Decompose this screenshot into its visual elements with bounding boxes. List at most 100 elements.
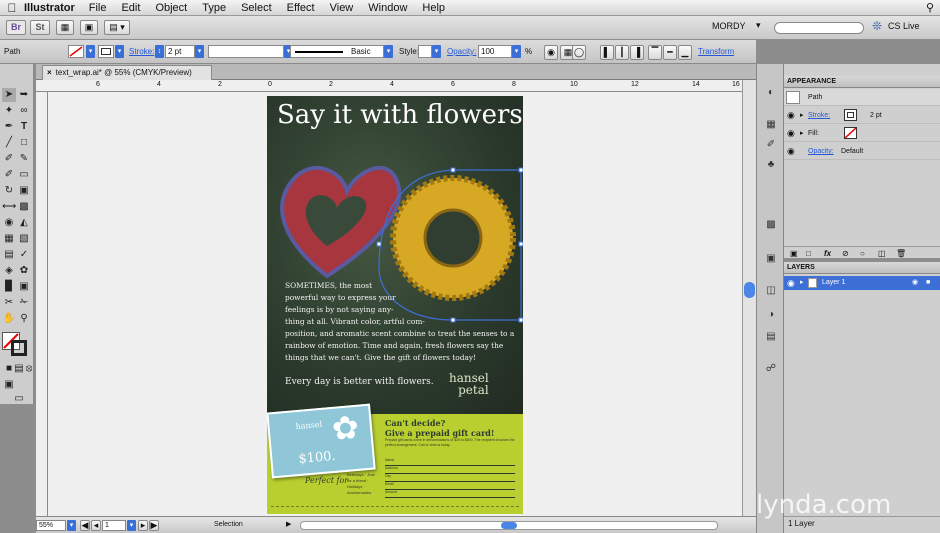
layer-row[interactable]: ◉ ▸ Layer 1 ◉ ■ bbox=[784, 276, 940, 290]
scissors-tool-icon[interactable]: ✁ bbox=[17, 296, 31, 310]
stroke-dropdown[interactable]: ▾ bbox=[115, 45, 124, 58]
slice-tool-icon[interactable]: ✂ bbox=[2, 296, 16, 310]
vertical-ruler[interactable] bbox=[36, 92, 48, 516]
chevron-down-icon[interactable]: ▾ bbox=[756, 20, 761, 31]
previous-artboard-icon[interactable]: ◂ bbox=[91, 520, 101, 531]
lasso-tool-icon[interactable]: ∞ bbox=[17, 104, 31, 118]
reduce-to-basic-icon[interactable]: ○ bbox=[860, 247, 865, 261]
paintbrush-tool-icon[interactable]: ✐ bbox=[2, 152, 16, 166]
disclosure-triangle-icon[interactable]: ▸ bbox=[800, 125, 804, 142]
opacity-input[interactable]: 100 bbox=[478, 45, 512, 58]
recolor-artwork-icon[interactable]: ◉ bbox=[544, 45, 558, 60]
form-field[interactable]: City bbox=[385, 474, 515, 482]
appearance-stroke-link[interactable]: Stroke: bbox=[808, 107, 830, 124]
artboard-dropdown[interactable]: ▾ bbox=[127, 520, 136, 531]
status-tool-label[interactable]: Selection bbox=[214, 521, 243, 528]
vertical-scrollbar[interactable] bbox=[742, 80, 756, 516]
appearance-opacity-link[interactable]: Opacity: bbox=[808, 143, 834, 160]
form-field[interactable]: Amount bbox=[385, 490, 515, 498]
align-top-icon[interactable]: ▔ bbox=[648, 45, 662, 60]
last-artboard-icon[interactable]: ▶ bbox=[149, 520, 159, 531]
brush-dropdown[interactable]: ▾ bbox=[384, 45, 393, 58]
status-menu-icon[interactable]: ▶ bbox=[286, 520, 291, 528]
opacity-link[interactable]: Opacity: bbox=[447, 47, 476, 56]
target-icon[interactable]: ◉ bbox=[912, 276, 918, 290]
appearance-object-row[interactable]: Path bbox=[784, 89, 940, 106]
disclosure-triangle-icon[interactable]: ▸ bbox=[800, 107, 804, 124]
live-paint-tool-icon[interactable]: ◭ bbox=[17, 216, 31, 230]
pencil-tool-icon[interactable]: ✎ bbox=[17, 152, 31, 166]
color-guide-icon[interactable]: ◐ bbox=[763, 86, 779, 100]
align-left-icon[interactable]: ▌ bbox=[600, 45, 614, 60]
isolate-group-icon[interactable]: ◯ bbox=[572, 45, 586, 60]
menu-select[interactable]: Select bbox=[241, 2, 272, 14]
fill-swatch[interactable] bbox=[68, 45, 84, 58]
gift-card[interactable]: hansel ✿ $100. bbox=[267, 403, 376, 479]
workspace-switcher[interactable]: MORDY bbox=[712, 21, 746, 31]
perspective-grid-tool-icon[interactable]: ▦ bbox=[2, 232, 16, 246]
transparency-icon[interactable]: ▩ bbox=[763, 218, 779, 232]
menu-edit[interactable]: Edit bbox=[121, 2, 140, 14]
transform-link[interactable]: Transform bbox=[698, 47, 734, 56]
blend-tool-icon[interactable]: ◈ bbox=[2, 264, 16, 278]
variable-width-profile[interactable] bbox=[208, 45, 284, 58]
graphic-style-swatch[interactable] bbox=[418, 45, 432, 58]
eye-icon[interactable]: ◉ bbox=[787, 143, 795, 160]
direct-selection-tool-icon[interactable]: ➥ bbox=[17, 88, 31, 102]
appearance-panel-title[interactable]: APPEARANCE bbox=[784, 76, 940, 88]
stock-button[interactable]: St bbox=[30, 20, 50, 35]
mesh-tool-icon[interactable]: ▧ bbox=[17, 232, 31, 246]
document-tab[interactable]: × text_wrap.ai* @ 55% (CMYK/Preview) bbox=[42, 65, 212, 80]
poster-tagline[interactable]: Every day is better with flowers. bbox=[285, 377, 434, 387]
selection-tool-icon[interactable]: ➤ bbox=[2, 88, 16, 102]
shape-builder-tool-icon[interactable]: ◉ bbox=[2, 216, 16, 230]
align-bottom-icon[interactable]: ▁ bbox=[678, 45, 692, 60]
stroke-weight-dropdown[interactable]: ▾ bbox=[195, 45, 204, 58]
eraser-tool-icon[interactable]: ▭ bbox=[17, 168, 31, 182]
gift-card-form[interactable]: Name Address City Email Amount bbox=[385, 458, 515, 498]
align-right-icon[interactable]: ▐ bbox=[630, 45, 644, 60]
layer-name[interactable]: Layer 1 bbox=[822, 276, 845, 290]
duplicate-item-icon[interactable]: ◫ bbox=[878, 247, 886, 261]
hand-tool-icon[interactable]: ✋ bbox=[2, 312, 16, 326]
add-new-stroke-icon[interactable]: ▣ bbox=[790, 247, 798, 261]
stroke-weight-stepper[interactable]: ↕ bbox=[155, 45, 164, 58]
zoom-field[interactable]: 55% bbox=[36, 520, 66, 531]
swatches-icon[interactable]: ▦ bbox=[763, 118, 779, 132]
line-tool-icon[interactable]: ╱ bbox=[2, 136, 16, 150]
menu-type[interactable]: Type bbox=[202, 2, 226, 14]
none-mode-icon[interactable]: ⦻ bbox=[22, 362, 36, 376]
app-menu[interactable]: Illustrator bbox=[24, 2, 75, 14]
search-field[interactable] bbox=[774, 22, 864, 34]
add-new-fill-icon[interactable]: □ bbox=[806, 247, 811, 261]
eyedropper-tool-icon[interactable]: ✓ bbox=[17, 248, 31, 262]
next-artboard-icon[interactable]: ▸ bbox=[138, 520, 148, 531]
menu-window[interactable]: Window bbox=[368, 2, 407, 14]
spotlight-icon[interactable]: ⚲ bbox=[926, 1, 934, 14]
promo-title[interactable]: Can't decide? Give a prepaid gift card! bbox=[385, 418, 494, 438]
menu-object[interactable]: Object bbox=[155, 2, 187, 14]
artboard-tool-icon[interactable]: ▣ bbox=[17, 280, 31, 294]
symbols-icon[interactable]: ♣ bbox=[763, 158, 779, 172]
fill-dropdown[interactable]: ▾ bbox=[86, 45, 95, 58]
draw-mode-icon[interactable]: ▣ bbox=[2, 378, 16, 392]
gradient-tool-icon[interactable]: ▤ bbox=[2, 248, 16, 262]
cs-live-icon[interactable]: ❊ bbox=[872, 19, 882, 33]
align-icon[interactable]: ▤ bbox=[763, 330, 779, 344]
align-center-icon[interactable]: ┃ bbox=[615, 45, 629, 60]
blob-brush-tool-icon[interactable]: ✐ bbox=[2, 168, 16, 182]
stroke-link[interactable]: Stroke: bbox=[129, 47, 154, 56]
horizontal-scroll-thumb[interactable] bbox=[501, 522, 517, 529]
zoom-tool-icon[interactable]: ⚲ bbox=[17, 312, 31, 326]
horizontal-scrollbar[interactable] bbox=[300, 521, 718, 530]
form-field[interactable]: Name bbox=[385, 458, 515, 466]
disclosure-triangle-icon[interactable]: ▸ bbox=[800, 276, 804, 290]
appearance-opacity-row[interactable]: ◉ Opacity: Default bbox=[784, 143, 940, 160]
appearance-stroke-row[interactable]: ◉ ▸ Stroke: 2 pt bbox=[784, 107, 940, 124]
anchor-handle[interactable] bbox=[450, 167, 456, 173]
brush-definition[interactable]: Basic bbox=[290, 45, 384, 58]
menu-help[interactable]: Help bbox=[422, 2, 445, 14]
pathfinder-icon[interactable]: ◑ bbox=[763, 308, 779, 322]
stroke-color-icon[interactable] bbox=[11, 340, 27, 356]
appearance-fill-row[interactable]: ◉ ▸ Fill: bbox=[784, 125, 940, 142]
